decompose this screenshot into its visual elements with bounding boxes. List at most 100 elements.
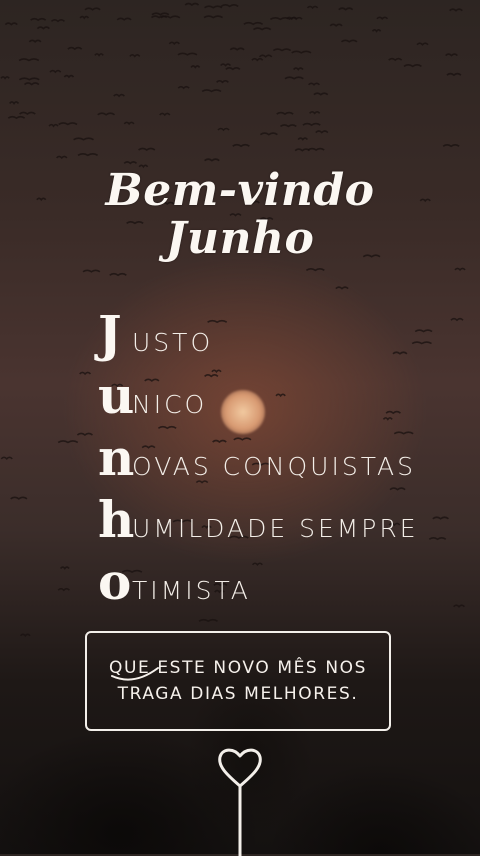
bird	[94, 53, 104, 57]
bird	[302, 122, 321, 127]
bird	[371, 29, 382, 33]
bird	[77, 152, 99, 157]
bird	[82, 269, 101, 273]
bird	[79, 15, 90, 20]
acrostic-word: UMILDADE SEMPRE	[132, 514, 419, 543]
bird	[84, 7, 101, 11]
bird	[306, 5, 319, 10]
bird	[258, 54, 273, 58]
bird	[220, 63, 232, 67]
bird	[138, 147, 156, 151]
bird	[416, 42, 429, 46]
acrostic-initial: J	[98, 304, 122, 363]
bird	[338, 7, 354, 11]
bird	[56, 155, 68, 160]
bird	[150, 15, 168, 19]
acrostic-word: USTO	[132, 328, 214, 357]
bird	[0, 76, 10, 80]
bird	[454, 267, 466, 272]
bird	[313, 92, 329, 96]
bird	[305, 268, 325, 272]
bird	[232, 143, 250, 148]
bird	[388, 57, 403, 62]
bird	[449, 8, 463, 12]
acrostic-initial: u	[98, 366, 135, 425]
bird	[190, 65, 201, 69]
bird	[286, 16, 298, 21]
bird	[50, 19, 65, 23]
bird	[129, 54, 141, 58]
bird	[30, 17, 47, 22]
bird	[4, 22, 18, 26]
bird	[48, 123, 59, 128]
bird	[49, 69, 62, 74]
bird	[97, 112, 116, 116]
bird	[18, 77, 40, 81]
title-line-2: Junho	[165, 213, 315, 264]
title-line-1: Bem-vindo	[105, 165, 375, 216]
acrostic-word: TIMISTA	[132, 576, 251, 605]
bird	[0, 456, 13, 461]
bird	[329, 23, 343, 27]
acrostic-word: NICO	[132, 390, 208, 419]
bird	[376, 16, 389, 20]
bird	[123, 121, 135, 126]
bird	[159, 112, 171, 117]
bird	[340, 39, 358, 43]
bird	[23, 82, 40, 86]
acrostic: J USTO u NICO n OVAS CONQUISTAS h UMILDA…	[98, 304, 419, 614]
bird	[168, 41, 180, 46]
bird	[225, 67, 241, 71]
bird	[253, 27, 272, 31]
bird	[309, 111, 321, 115]
bird	[73, 137, 94, 141]
acrostic-row-4: h UMILDADE SEMPRE	[98, 490, 419, 552]
bird	[243, 21, 264, 26]
bird	[116, 17, 132, 21]
bird	[160, 15, 181, 19]
bird	[445, 53, 458, 57]
bird	[123, 161, 138, 165]
bird	[67, 46, 83, 51]
bird	[109, 272, 127, 277]
bird	[7, 115, 26, 120]
bird	[18, 58, 40, 62]
bird	[204, 158, 220, 162]
bird	[289, 16, 303, 21]
bird	[291, 50, 312, 54]
bird	[297, 137, 308, 141]
bird	[9, 101, 20, 105]
bird	[446, 72, 462, 77]
bird	[259, 132, 278, 136]
bird	[251, 57, 264, 62]
acrostic-row-5: o TIMISTA	[98, 552, 419, 614]
bird	[292, 67, 304, 71]
bird	[269, 17, 291, 21]
acrostic-row-2: u NICO	[98, 366, 419, 428]
bird	[203, 15, 224, 19]
bird	[220, 4, 239, 8]
bird	[63, 74, 75, 79]
acrostic-row-1: J USTO	[98, 304, 419, 366]
acrostic-initial: o	[98, 552, 132, 611]
bird	[450, 317, 464, 322]
bird	[10, 496, 28, 500]
bird	[432, 516, 449, 520]
swoosh-decoration	[111, 667, 159, 681]
bird	[276, 111, 294, 116]
acrostic-initial: h	[98, 490, 135, 549]
bird	[272, 48, 292, 52]
bird	[177, 52, 198, 56]
bird	[57, 440, 79, 444]
bird	[58, 122, 78, 126]
bird	[307, 147, 325, 152]
bird	[151, 12, 170, 16]
bird	[307, 82, 321, 86]
heart-icon	[218, 748, 262, 856]
bird	[76, 432, 93, 437]
bird	[113, 93, 125, 98]
bird	[184, 2, 200, 7]
bird	[284, 76, 304, 80]
bird	[177, 85, 190, 90]
bird	[315, 130, 329, 134]
